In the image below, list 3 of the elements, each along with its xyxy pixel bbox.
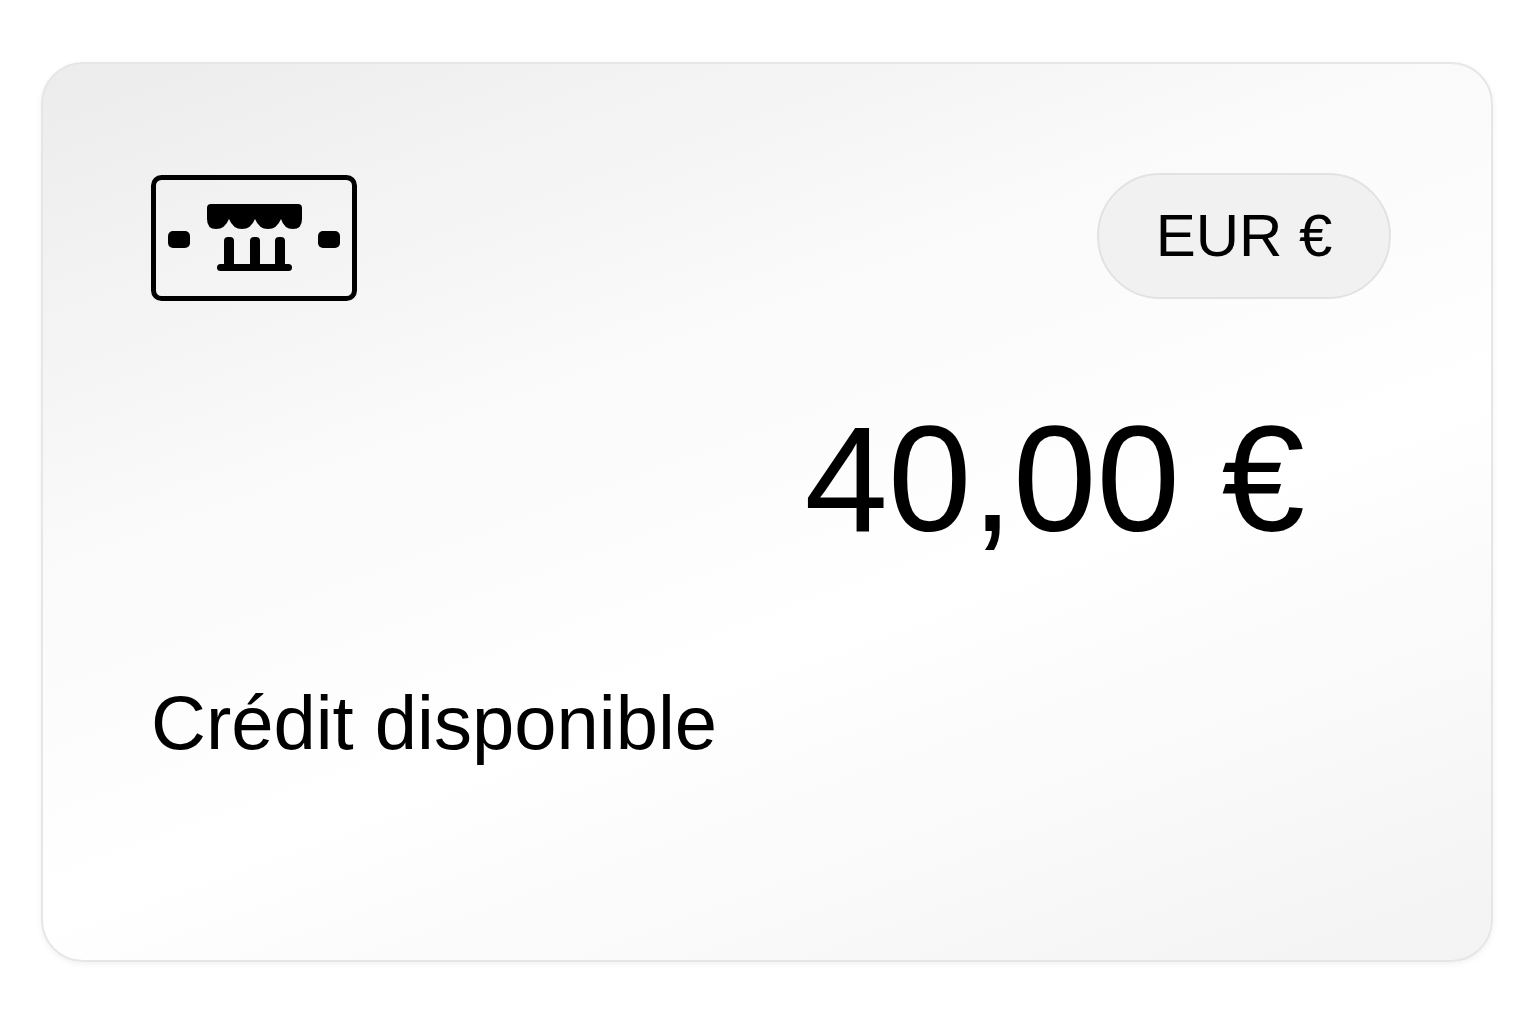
currency-badge: EUR € [1097,173,1391,299]
storefront-card-icon [151,175,357,301]
balance-amount: 40,00 € [804,404,1305,554]
